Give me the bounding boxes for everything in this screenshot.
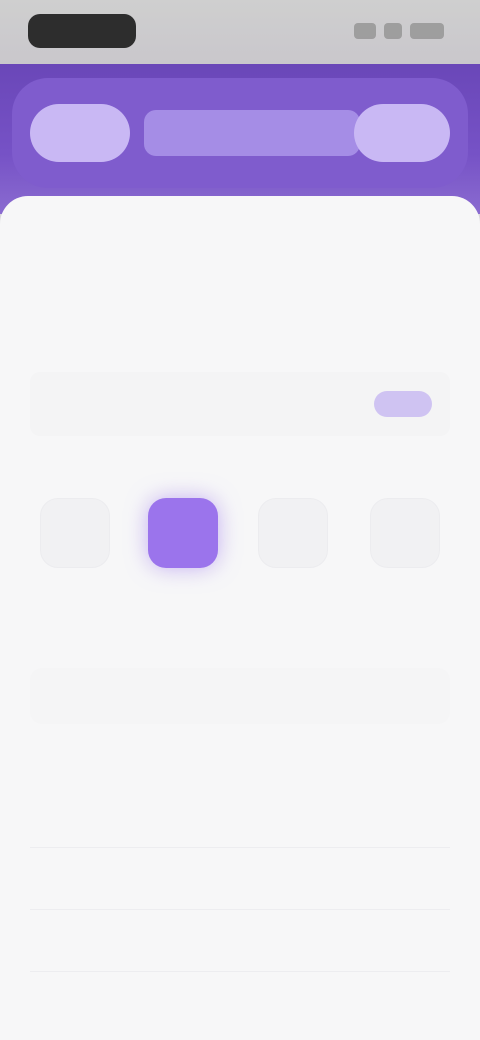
setting-row[interactable] xyxy=(30,372,450,436)
option-1-icon xyxy=(40,498,110,568)
bottom-sheet xyxy=(0,196,480,1040)
list-item[interactable] xyxy=(30,910,450,972)
option-3[interactable] xyxy=(248,486,338,606)
header-right-button[interactable] xyxy=(354,104,450,162)
status-time xyxy=(28,14,136,48)
option-2-selected[interactable] xyxy=(138,486,228,606)
option-3-icon xyxy=(258,498,328,568)
header-title xyxy=(144,110,360,156)
settings-list xyxy=(30,786,450,972)
header-bar xyxy=(12,78,468,188)
list-item[interactable] xyxy=(30,848,450,910)
option-grid xyxy=(30,486,450,616)
setting-row-value-badge[interactable] xyxy=(374,391,432,417)
option-4-icon xyxy=(370,498,440,568)
app-header xyxy=(0,64,480,214)
status-icons xyxy=(354,20,444,42)
header-left-button[interactable] xyxy=(30,104,130,162)
status-bar xyxy=(0,0,480,64)
option-2-icon xyxy=(148,498,218,568)
option-4[interactable] xyxy=(360,486,450,606)
option-1[interactable] xyxy=(30,486,120,606)
battery-icon xyxy=(410,23,444,39)
primary-action-button[interactable] xyxy=(30,668,450,724)
signal-icon xyxy=(354,23,376,39)
list-item[interactable] xyxy=(30,786,450,848)
wifi-icon xyxy=(384,23,402,39)
